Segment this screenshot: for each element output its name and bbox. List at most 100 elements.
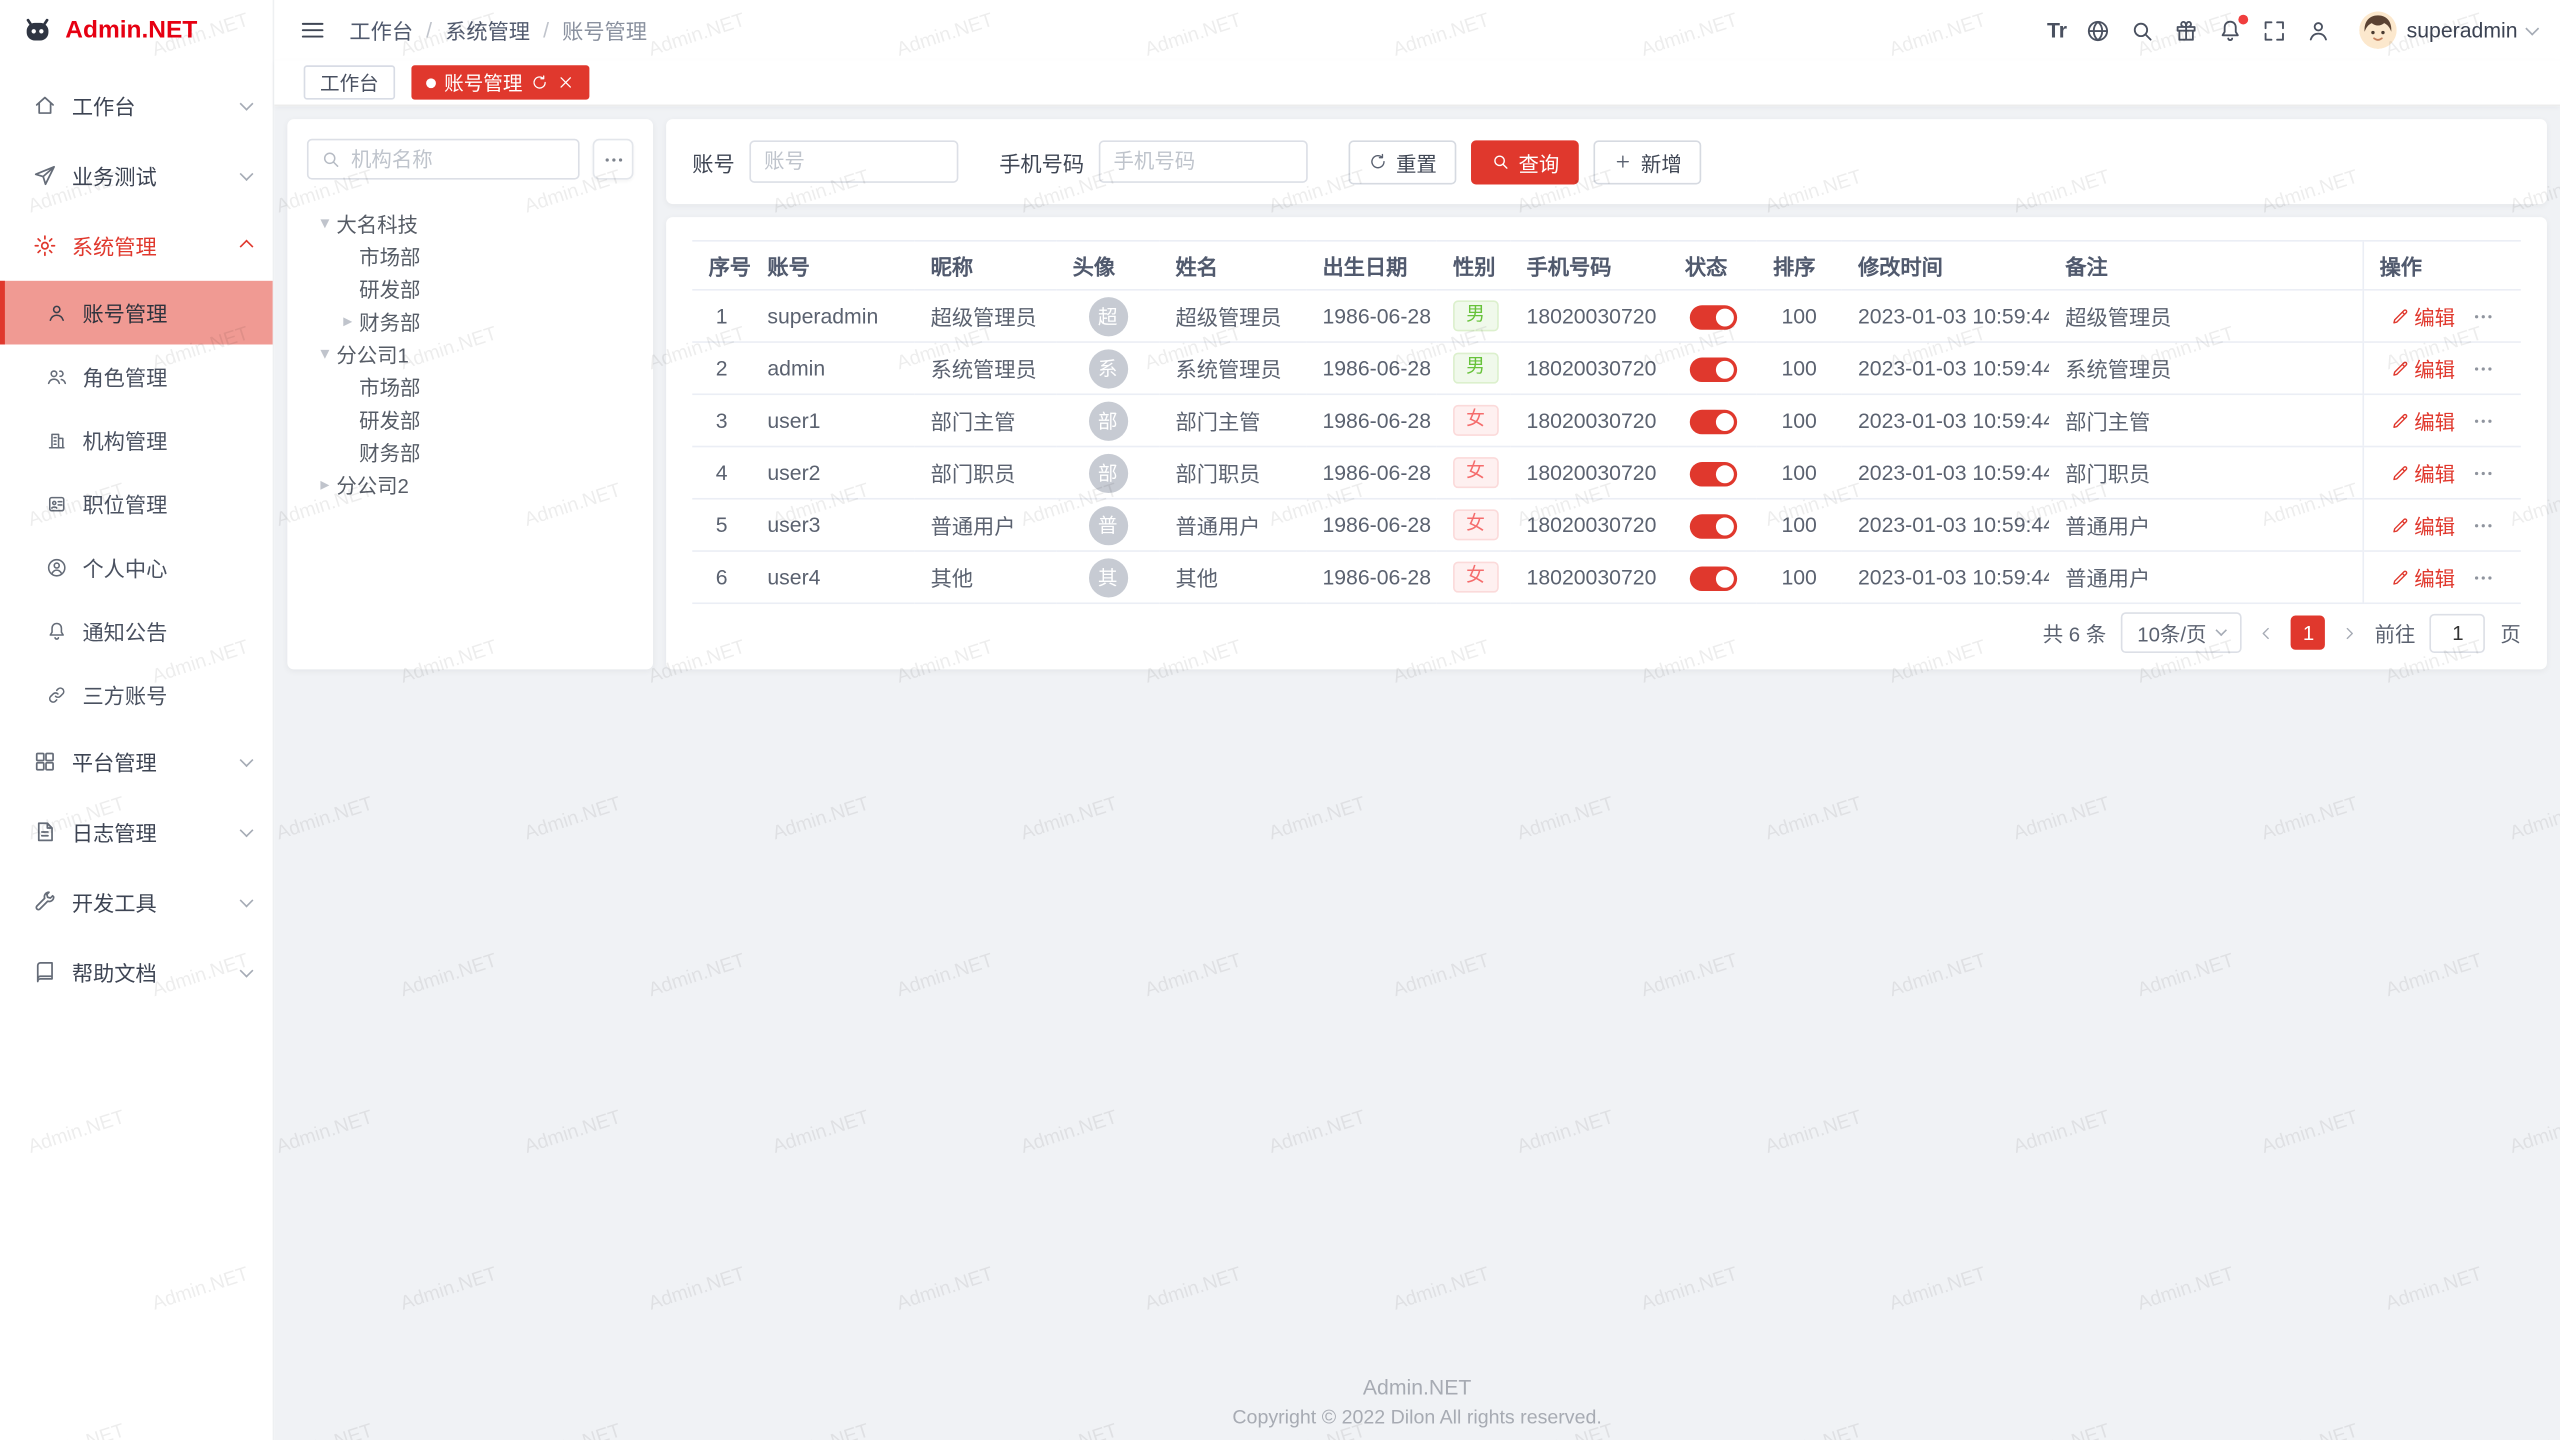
search-icon[interactable] — [2129, 17, 2155, 43]
edit-label: 编辑 — [2414, 300, 2455, 331]
sidebar-item[interactable]: 日志管理 — [0, 797, 273, 867]
org-search-input[interactable] — [307, 139, 580, 180]
status-toggle[interactable] — [1689, 514, 1736, 538]
sidebar-item[interactable]: 账号管理 — [0, 281, 273, 345]
brand-logo[interactable]: Admin.NET — [0, 0, 273, 60]
close-icon[interactable] — [557, 73, 575, 91]
sidebar-item[interactable]: 职位管理 — [0, 472, 273, 536]
prev-page-button[interactable] — [2257, 623, 2277, 643]
reset-button[interactable]: 重置 — [1349, 140, 1457, 184]
sidebar-item[interactable]: 个人中心 — [0, 536, 273, 600]
sidebar-item[interactable]: 通知公告 — [0, 599, 273, 663]
tree-node[interactable]: 市场部 — [307, 369, 634, 402]
row-more-button[interactable] — [2471, 357, 2494, 380]
tree-node[interactable]: 大名科技 — [307, 206, 634, 239]
search-button[interactable]: 查询 — [1471, 140, 1579, 184]
remark-cell: 部门主管 — [2049, 394, 2362, 446]
profile-icon[interactable] — [2305, 17, 2331, 43]
menu-icon — [33, 820, 57, 844]
goto-label: 前往 — [2375, 617, 2416, 648]
tree-caret-icon[interactable] — [313, 473, 336, 494]
row-more-button[interactable] — [2471, 566, 2494, 589]
refresh-icon[interactable] — [531, 73, 549, 91]
status-toggle[interactable] — [1689, 409, 1736, 433]
edit-button[interactable]: 编辑 — [2390, 509, 2455, 540]
account-input[interactable] — [749, 140, 958, 182]
edit-button[interactable]: 编辑 — [2390, 405, 2455, 436]
index-cell: 2 — [692, 342, 751, 394]
goto-page-input[interactable] — [2430, 613, 2486, 652]
sidebar-item[interactable]: 开发工具 — [0, 867, 273, 937]
edit-button[interactable]: 编辑 — [2390, 457, 2455, 488]
breadcrumb-item[interactable]: 系统管理 — [445, 15, 530, 46]
sidebar-item[interactable]: 机构管理 — [0, 408, 273, 472]
menu-label: 开发工具 — [72, 887, 157, 918]
edit-label: 编辑 — [2414, 509, 2455, 540]
tree-node[interactable]: 财务部 — [307, 304, 634, 337]
theme-gift-icon[interactable] — [2173, 17, 2199, 43]
notification-badge — [2238, 14, 2248, 24]
edit-button[interactable]: 编辑 — [2390, 353, 2455, 384]
tabbar: 工作台 账号管理 — [274, 60, 2560, 106]
sidebar-item[interactable]: 平台管理 — [0, 727, 273, 797]
row-more-button[interactable] — [2471, 461, 2494, 484]
tree-node[interactable]: 市场部 — [307, 238, 634, 271]
breadcrumb: 工作台 / 系统管理 / 账号管理 — [349, 15, 647, 46]
tree-caret-icon[interactable] — [313, 342, 336, 363]
tree-node[interactable]: 研发部 — [307, 402, 634, 435]
breadcrumb-item[interactable]: 工作台 — [349, 15, 413, 46]
tree-node[interactable]: 分公司2 — [307, 467, 634, 500]
add-button[interactable]: 新增 — [1594, 140, 1702, 184]
tree-node[interactable]: 财务部 — [307, 434, 634, 467]
notifications-button[interactable] — [2217, 17, 2243, 43]
menu-icon — [46, 302, 68, 324]
menu-icon — [46, 620, 68, 642]
tree-more-button[interactable] — [593, 139, 634, 180]
sidebar-item[interactable]: 业务测试 — [0, 140, 273, 210]
next-page-button[interactable] — [2340, 623, 2360, 643]
edit-button[interactable]: 编辑 — [2390, 562, 2455, 593]
status-toggle[interactable] — [1689, 305, 1736, 329]
refresh-icon — [1368, 152, 1388, 172]
menu-icon — [33, 233, 57, 257]
sidebar-item[interactable]: 帮助文档 — [0, 937, 273, 1007]
active-tab-dot-icon — [426, 78, 436, 88]
tab-workbench[interactable]: 工作台 — [304, 65, 395, 99]
user-menu[interactable]: superadmin — [2359, 11, 2537, 49]
phone-cell: 18020030720 — [1510, 551, 1668, 603]
plus-icon — [1613, 152, 1633, 172]
username: superadmin — [2407, 18, 2518, 42]
sidebar-item[interactable]: 工作台 — [0, 70, 273, 140]
tree-node[interactable]: 分公司1 — [307, 336, 634, 369]
fullscreen-icon[interactable] — [2261, 17, 2287, 43]
page-number-current[interactable]: 1 — [2291, 616, 2325, 650]
tree-caret-icon[interactable] — [336, 309, 359, 330]
column-header: 出生日期 — [1306, 241, 1437, 290]
sidebar-item[interactable]: 三方账号 — [0, 663, 273, 727]
status-toggle[interactable] — [1689, 566, 1736, 590]
tree-node-label: 研发部 — [359, 402, 420, 433]
edit-button[interactable]: 编辑 — [2390, 300, 2455, 331]
page-size-select[interactable]: 10条/页 — [2121, 612, 2242, 653]
toggle-knob — [1715, 465, 1733, 483]
order-cell: 100 — [1757, 447, 1842, 499]
order-cell: 100 — [1757, 499, 1842, 551]
font-size-icon[interactable]: Tr — [2047, 18, 2067, 42]
status-toggle[interactable] — [1689, 461, 1736, 485]
toggle-knob — [1715, 360, 1733, 378]
phone-input[interactable] — [1099, 140, 1308, 182]
row-more-button[interactable] — [2471, 513, 2494, 536]
tree-caret-icon[interactable] — [313, 211, 336, 232]
status-toggle[interactable] — [1689, 357, 1736, 381]
table-row: 4 user2 部门职员 部 部门职员 1986-06-28 女 1802003… — [692, 447, 2521, 499]
row-more-button[interactable] — [2471, 409, 2494, 432]
row-more-button[interactable] — [2471, 304, 2494, 327]
sidebar-item[interactable]: 角色管理 — [0, 344, 273, 408]
sidebar-item[interactable]: 系统管理 — [0, 211, 273, 281]
footer-title: Admin.NET — [274, 1375, 2560, 1399]
nickname-cell: 系统管理员 — [914, 342, 1056, 394]
hamburger-menu-icon[interactable] — [299, 16, 327, 44]
tab-account-management[interactable]: 账号管理 — [411, 65, 589, 99]
globe-icon[interactable] — [2085, 17, 2111, 43]
tree-node[interactable]: 研发部 — [307, 271, 634, 304]
